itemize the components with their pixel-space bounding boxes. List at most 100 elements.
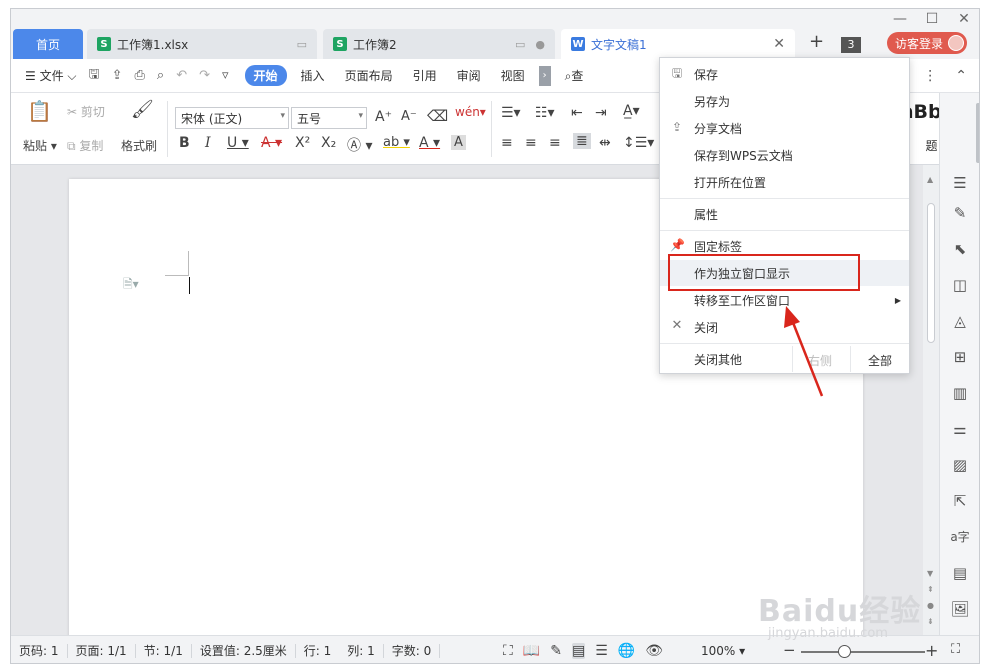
zoom-in-icon[interactable]: + — [925, 641, 938, 660]
tab-view[interactable]: 视图 — [501, 67, 525, 84]
archive-icon[interactable]: ▤ — [950, 563, 970, 583]
web-view-icon[interactable]: 🌐 — [618, 643, 635, 659]
font-color-button[interactable]: A ▾ — [419, 135, 440, 151]
print-preview-icon[interactable]: ⌕ — [157, 68, 164, 83]
paragraph-layout-icon[interactable]: 🗎▾ — [123, 275, 139, 296]
distributed-icon[interactable]: ⇹ — [599, 135, 611, 151]
save-icon[interactable]: 🖫 — [89, 65, 100, 87]
phonetic-guide-icon[interactable]: wén▾ — [455, 105, 486, 119]
sliders-icon[interactable]: ⚌ — [950, 419, 970, 439]
redo-icon[interactable]: ↷ — [199, 68, 210, 83]
tab-workbook-1[interactable]: S 工作簿1.xlsx ▭ — [87, 29, 317, 59]
page-view-icon[interactable]: ▤ — [571, 643, 586, 659]
underline-button[interactable]: U ▾ — [227, 135, 249, 151]
close-window-icon[interactable]: ✕ — [957, 11, 971, 27]
strikethrough-button[interactable]: A ▾ — [261, 135, 282, 151]
format-painter-icon[interactable]: 🖌 — [131, 99, 154, 120]
decrease-indent-icon[interactable]: ⇤ — [571, 105, 583, 121]
more-tabs-icon[interactable]: › — [538, 65, 551, 86]
bold-button[interactable]: B — [179, 135, 190, 151]
sidebar-scrollbar[interactable] — [976, 103, 979, 163]
increase-indent-icon[interactable]: ⇥ — [595, 105, 607, 121]
picture-icon[interactable]: 🖼 — [950, 599, 970, 619]
status-row[interactable]: 行: 1 — [296, 644, 340, 658]
numbering-icon[interactable]: ☷▾ — [535, 105, 555, 121]
copy-button[interactable]: ⧉ 复制 — [67, 137, 103, 154]
reading-mode-icon[interactable]: 📖 — [523, 643, 540, 659]
tab-references[interactable]: 引用 — [413, 67, 437, 84]
subscript-button[interactable]: X₂ — [321, 135, 336, 151]
cut-button[interactable]: ✂ 剪切 — [67, 103, 105, 120]
menu-save-as[interactable]: 另存为 — [660, 88, 909, 114]
scroll-up-icon[interactable]: ▲ — [927, 175, 933, 184]
superscript-button[interactable]: X² — [295, 135, 310, 151]
minimize-icon[interactable]: — — [893, 11, 907, 27]
status-section[interactable]: 节: 1/1 — [136, 643, 192, 658]
tab-page-layout[interactable]: 页面布局 — [345, 67, 393, 84]
vertical-scrollbar[interactable]: ▲ ▼ ⇞ ● ⇟ — [923, 165, 939, 635]
menu-open-location[interactable]: 打开所在位置 — [660, 169, 909, 195]
cursor-icon[interactable]: ⬉ — [950, 239, 970, 259]
monitor-icon[interactable]: ▭ — [297, 38, 307, 51]
decrease-font-icon[interactable]: A⁻ — [401, 109, 417, 124]
highlight-button[interactable]: ab ▾ — [383, 135, 410, 150]
menu-close-others[interactable]: 关闭其他 — [660, 346, 792, 372]
paste-icon[interactable]: 📋 — [27, 99, 52, 123]
undo-icon[interactable]: ↶ — [176, 68, 187, 83]
chart-icon[interactable]: ▥ — [950, 383, 970, 403]
paste-button[interactable]: 粘贴 ▾ — [23, 137, 57, 154]
status-page-number[interactable]: 页码: 1 — [11, 643, 68, 658]
italic-button[interactable]: I — [205, 135, 211, 151]
menu-save-cloud[interactable]: 保存到WPS云文档 — [660, 142, 909, 168]
justify-icon[interactable]: ≣ — [573, 133, 591, 149]
scroll-down-icon[interactable]: ▼ — [927, 569, 933, 578]
search-button[interactable]: ⌕查 — [565, 67, 584, 84]
zoom-out-icon[interactable]: − — [783, 641, 796, 659]
login-button[interactable]: 访客登录 — [887, 32, 967, 54]
translate-icon[interactable]: a字 — [950, 527, 970, 547]
align-left-icon[interactable]: ≡ — [501, 135, 513, 151]
image-gallery-icon[interactable]: ▨ — [950, 455, 970, 475]
fullscreen-icon[interactable]: ⛶ — [503, 643, 513, 659]
zoom-level[interactable]: 100% ▾ — [701, 644, 745, 658]
eye-protect-icon[interactable]: 👁 — [645, 643, 663, 659]
format-painter-button[interactable]: 格式刷 — [121, 137, 157, 154]
align-center-icon[interactable]: ≡ — [525, 135, 537, 151]
prev-page-icon[interactable]: ⇞ — [927, 585, 934, 594]
grid-icon[interactable]: ⊞ — [950, 347, 970, 367]
char-shading-button[interactable]: A — [451, 135, 466, 150]
tab-count-badge[interactable]: 3 — [841, 37, 861, 53]
status-pages[interactable]: 页面: 1/1 — [68, 643, 136, 658]
chinese-layout-icon[interactable]: A̲▾ — [623, 103, 640, 119]
menu-close-all[interactable]: 全部 — [868, 352, 892, 369]
tab-start[interactable]: 开始 — [244, 65, 287, 86]
menu-share[interactable]: ⇪ 分享文档 — [660, 115, 909, 141]
status-col[interactable]: 列: 1 — [339, 643, 384, 658]
next-page-icon[interactable]: ⇟ — [927, 617, 934, 626]
print-icon[interactable]: ⎙ — [135, 68, 145, 83]
tab-insert[interactable]: 插入 — [301, 67, 325, 84]
customize-icon[interactable]: ▿ — [222, 68, 229, 83]
more-options-icon[interactable]: ⋮ — [923, 68, 937, 84]
sidebar-menu-icon[interactable]: ☰ — [950, 173, 970, 193]
file-menu[interactable]: ☰ 文件 ⌵ — [25, 67, 77, 84]
outline-view-icon[interactable]: ☰ — [595, 643, 608, 659]
write-mode-icon[interactable]: ✎ — [550, 643, 562, 659]
zoom-slider-handle[interactable] — [838, 645, 851, 658]
export-icon[interactable]: ⇱ — [950, 491, 970, 511]
font-name-select[interactable]: 宋体 (正文) — [175, 107, 289, 129]
font-size-select[interactable]: 五号 — [291, 107, 367, 129]
zoom-slider[interactable] — [801, 651, 925, 653]
text-effects-button[interactable]: Ⓐ ▾ — [347, 135, 372, 155]
collapse-ribbon-icon[interactable]: ⌃ — [955, 68, 967, 84]
close-tab-icon[interactable]: ✕ — [773, 36, 785, 52]
line-spacing-icon[interactable]: ↕☰▾ — [623, 135, 654, 151]
monitor-icon[interactable]: ▭ — [515, 38, 525, 51]
share-icon[interactable]: ⇪ — [112, 68, 123, 83]
menu-save[interactable]: 🖫 保存 — [660, 61, 909, 87]
scroll-thumb[interactable] — [927, 203, 935, 343]
pen-icon[interactable]: ✎ — [950, 203, 970, 223]
maximize-icon[interactable]: ☐ — [925, 11, 939, 27]
shapes-icon[interactable]: ◫ — [950, 275, 970, 295]
clear-format-icon[interactable]: ⌫ — [427, 107, 448, 125]
